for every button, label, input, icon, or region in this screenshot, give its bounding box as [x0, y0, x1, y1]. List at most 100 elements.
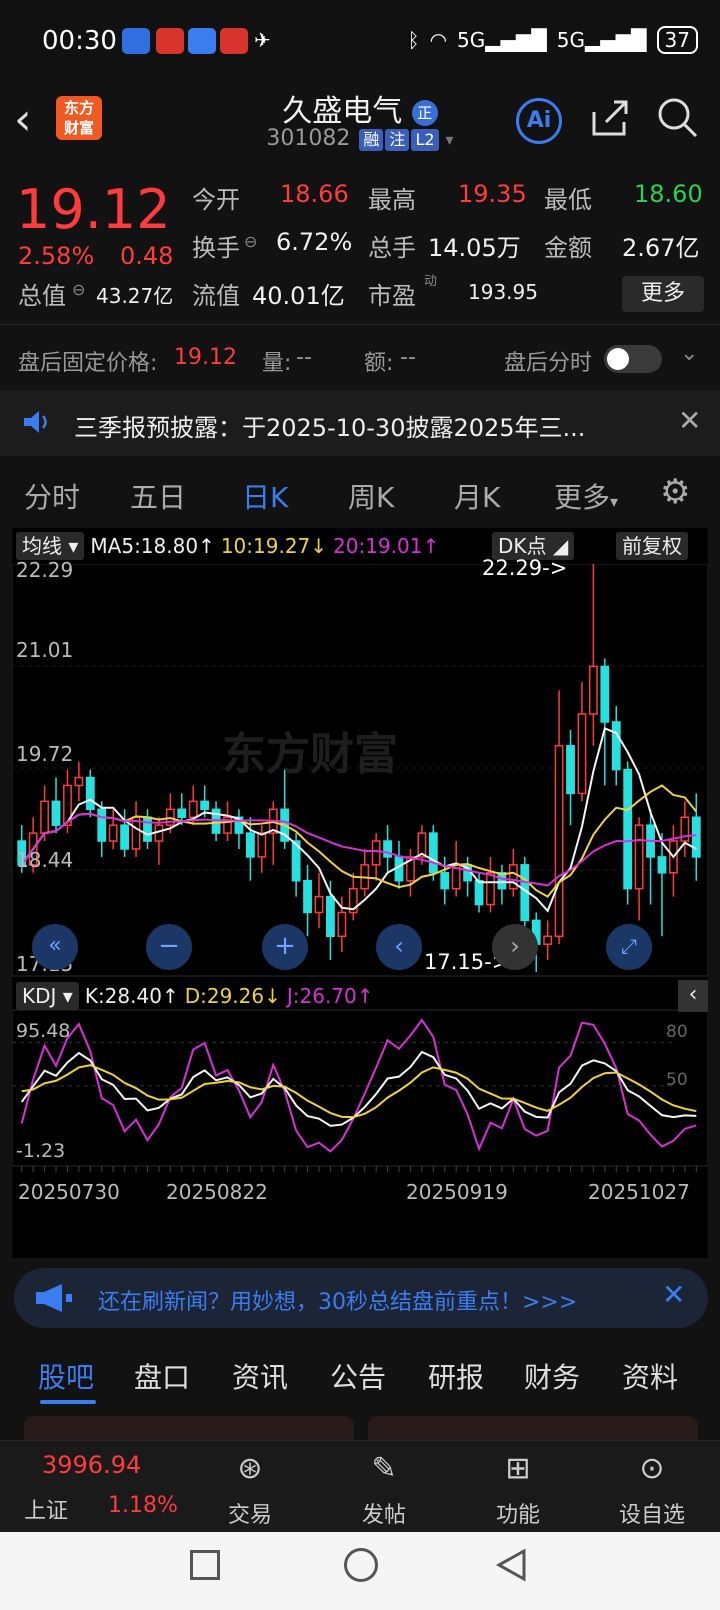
app-notification-icon — [220, 28, 248, 54]
tab-daily-k[interactable]: 日K — [242, 476, 288, 516]
indicator-selector[interactable]: KDJ ▾ — [16, 982, 79, 1010]
candle-body — [554, 745, 564, 938]
tab-five-day[interactable]: 五日 — [130, 476, 186, 516]
tab-finance[interactable]: 财务 — [524, 1356, 580, 1396]
mcap-value: 43.27亿 — [96, 284, 174, 308]
notice-text: 三季报预披露：于2025-10-30披露2025年三... — [74, 414, 586, 442]
function-label[interactable]: 功能 — [478, 1497, 558, 1529]
scroll-left-fast-icon[interactable]: « — [32, 924, 78, 970]
after-price-label: 盘后固定价格: — [18, 351, 158, 376]
tab-news[interactable]: 资讯 — [232, 1356, 288, 1396]
trade-label[interactable]: 交易 — [210, 1497, 290, 1529]
tab-weekly-k[interactable]: 周K — [348, 476, 394, 516]
candle-body — [623, 768, 633, 890]
last-price: 19.12 — [16, 178, 171, 241]
tab-monthly-k[interactable]: 月K — [454, 476, 500, 516]
signal-icon: 5G▂▄▆█ — [457, 28, 547, 52]
zheng-badge: 正 — [411, 99, 438, 126]
candle-body — [371, 840, 381, 866]
tag-l2: L2 — [411, 129, 439, 151]
notice-bar[interactable]: 三季报预披露：于2025-10-30披露2025年三... ✕ — [0, 390, 720, 456]
tab-pankou[interactable]: 盘口 — [134, 1356, 190, 1396]
tab-more[interactable]: 更多▾ — [554, 476, 618, 516]
info-icon[interactable]: ⊖ — [244, 232, 257, 251]
candle-body — [691, 816, 701, 858]
status-bar: 00:30 ✈ ᛒ ◠ 5G▂▄▆█ 5G▂▄▆█ 37 — [0, 0, 720, 84]
ma5-value: MA5:18.80↑ — [90, 534, 215, 558]
more-dots-icon[interactable]: ⊙ — [612, 1451, 692, 1486]
kline-chart[interactable]: 均线 ▾ MA5:18.80↑ 10:19.27↓ 20:19.01↑ DK点 … — [12, 528, 708, 1258]
tab-guba[interactable]: 股吧 — [38, 1356, 94, 1396]
scroll-right-icon[interactable]: › — [492, 924, 538, 970]
dropdown-icon[interactable]: ▾ — [446, 130, 454, 149]
post-label[interactable]: 发帖 — [344, 1497, 424, 1529]
home-icon[interactable] — [344, 1548, 378, 1582]
watermark: 东方财富 — [222, 729, 398, 780]
zoom-out-icon[interactable]: − — [146, 924, 192, 970]
speaker-icon — [24, 411, 47, 433]
app-notification-icon — [156, 28, 184, 54]
candle-body — [383, 840, 392, 858]
bottom-bar: 3996.94 上证 1.18% ⊛ 交易 ✎ 发帖 ⊞ 功能 ⊙ 设自选 — [0, 1440, 720, 1532]
edit-icon[interactable]: ✎ — [344, 1451, 424, 1486]
collapse-panel-icon[interactable]: ‹ — [678, 980, 708, 1012]
kdj-level: 80 — [666, 1022, 688, 1042]
battery-icon: 37 — [656, 26, 698, 54]
candle-body — [97, 808, 107, 842]
candle-body — [326, 895, 335, 938]
close-icon[interactable]: ✕ — [678, 404, 701, 437]
candle-body — [634, 824, 644, 890]
app-notification-icon — [122, 28, 150, 54]
scroll-left-icon[interactable]: ‹ — [376, 924, 422, 970]
ma-selector[interactable]: 均线 ▾ — [16, 532, 85, 560]
mcap-label: 总值 — [18, 282, 66, 310]
index-pct: 1.18% — [108, 1493, 178, 1518]
volume-value: 14.05万 — [428, 234, 521, 262]
adjust-button[interactable]: 前复权 — [616, 532, 688, 560]
candle-body — [566, 745, 575, 795]
candle-body — [543, 935, 553, 945]
status-right: ᛒ ◠ 5G▂▄▆█ 5G▂▄▆█ 37 — [408, 26, 698, 54]
promo-banner[interactable]: 还在刷新闻？用妙想，30秒总结盘前重点！>>> ✕ — [14, 1268, 708, 1328]
watchlist-label[interactable]: 设自选 — [612, 1497, 692, 1529]
ai-button[interactable]: Ai — [516, 98, 562, 144]
candle-body — [177, 808, 187, 818]
wifi-icon: ◠ — [429, 28, 448, 52]
candle-body — [428, 832, 438, 874]
after-chart-label: 盘后分时 — [504, 351, 593, 376]
recents-icon[interactable] — [190, 1550, 220, 1580]
zoom-in-icon[interactable]: + — [262, 924, 308, 970]
d-value: D:29.26↓ — [184, 984, 281, 1008]
stock-code: 301082 — [266, 126, 351, 151]
grid-icon[interactable]: ⊞ — [478, 1451, 558, 1486]
candle-body — [85, 776, 95, 811]
more-button[interactable]: 更多 — [622, 276, 704, 312]
fullscreen-icon[interactable]: ⤢ — [606, 924, 652, 970]
candle-body — [577, 713, 587, 795]
trade-icon[interactable]: ⊛ — [210, 1451, 290, 1486]
search-icon[interactable] — [656, 96, 700, 140]
tab-announcements[interactable]: 公告 — [330, 1356, 386, 1396]
candle-body — [337, 911, 347, 938]
info-icon[interactable]: ⊖ — [72, 280, 85, 299]
back-nav-icon[interactable] — [494, 1548, 528, 1582]
tab-profile[interactable]: 资料 — [622, 1356, 678, 1396]
chart-canvas — [12, 564, 708, 1172]
tab-intraday[interactable]: 分时 — [24, 476, 80, 516]
close-icon[interactable]: ✕ — [662, 1278, 685, 1311]
candle-body — [143, 816, 152, 842]
kdj-d-line — [21, 1064, 697, 1119]
after-hours-toggle[interactable] — [604, 345, 662, 373]
after-vol: -- — [296, 345, 312, 370]
float-label: 流值 — [192, 282, 240, 310]
y-tick: 21.01 — [16, 638, 74, 662]
low-value: 18.60 — [634, 180, 703, 208]
tab-research[interactable]: 研报 — [428, 1356, 484, 1396]
index-value: 3996.94 — [42, 1451, 142, 1479]
open-value: 18.66 — [280, 180, 349, 208]
share-icon[interactable] — [590, 98, 630, 138]
x-date: 20250919 — [406, 1180, 508, 1204]
kdj-level: 50 — [666, 1070, 688, 1090]
gear-icon[interactable]: ⚙ — [660, 472, 690, 512]
chevron-down-icon[interactable]: ⌄ — [680, 341, 698, 366]
